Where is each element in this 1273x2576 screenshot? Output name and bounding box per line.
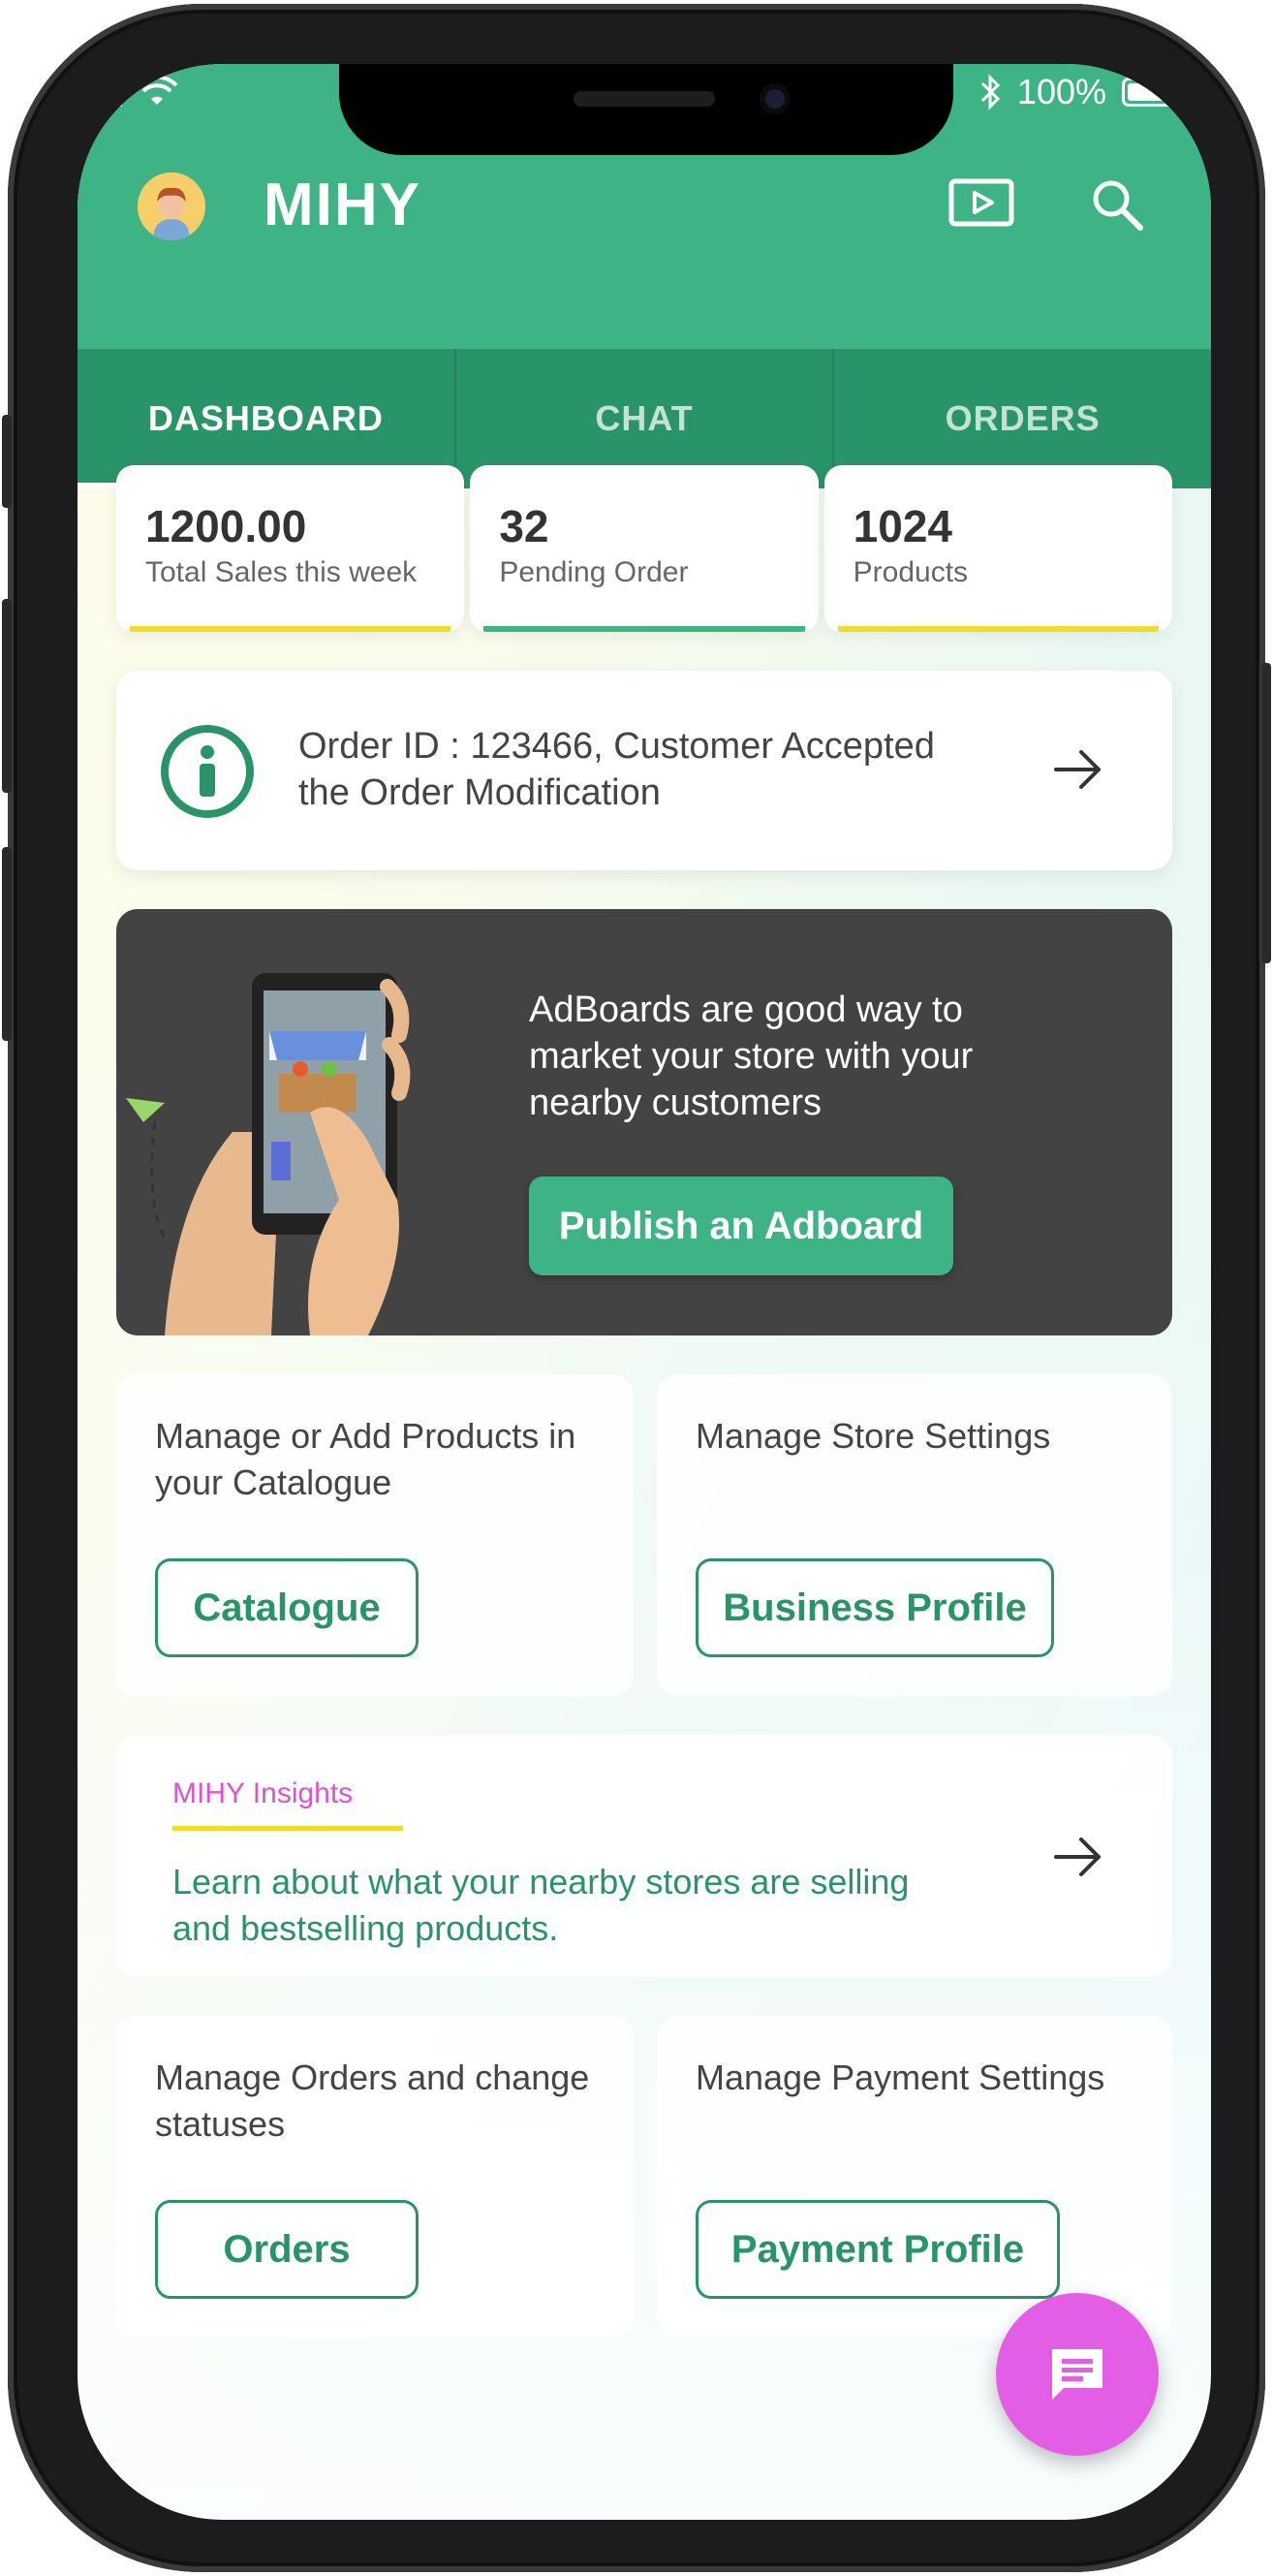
- paper-plane: [126, 1098, 165, 1122]
- publish-adboard-button[interactable]: Publish an Adboard: [529, 1177, 953, 1275]
- store-settings-card: Manage Store Settings Business Profile: [657, 1374, 1172, 1696]
- chat-fab-button[interactable]: [996, 2293, 1159, 2456]
- payment-settings-card: Manage Payment Settings Payment Profile: [657, 2016, 1172, 2338]
- notification-text: Order ID : 123466, Customer Accepted the…: [298, 726, 935, 813]
- stats-row: 1200.00 Total Sales this week 32 Pending…: [116, 465, 1172, 632]
- payment-profile-button[interactable]: Payment Profile: [696, 2200, 1060, 2299]
- store-settings-description: Manage Store Settings: [696, 1416, 1051, 1456]
- stat-label: Products: [853, 556, 969, 588]
- mute-switch: [2, 415, 12, 508]
- stat-accent-bar: [837, 626, 1159, 632]
- stat-label: Total Sales this week: [145, 556, 418, 588]
- battery-percentage: 100%: [1016, 72, 1106, 111]
- notification-card[interactable]: Order ID : 123466, Customer Accepted the…: [116, 671, 1172, 870]
- insights-tag: MIHY Insights: [172, 1777, 354, 1809]
- search-icon[interactable]: [1081, 171, 1153, 238]
- stat-card-sales[interactable]: 1200.00 Total Sales this week: [116, 465, 465, 632]
- screen: 100% MIHY DASHBOARD CHAT ORDERS 1200.00 …: [78, 64, 1211, 2520]
- avatar[interactable]: [138, 173, 205, 240]
- stat-accent-bar: [483, 626, 805, 632]
- adboard-banner: AdBoards are good way to market your sto…: [116, 909, 1172, 1335]
- arrow-right-icon[interactable]: [1048, 740, 1106, 799]
- person-info-icon: [161, 725, 254, 818]
- phone-frame: 100% MIHY DASHBOARD CHAT ORDERS 1200.00 …: [2, 4, 1271, 2572]
- power-button: [1261, 663, 1271, 963]
- arrow-right-icon[interactable]: [1048, 1828, 1106, 1886]
- stat-accent-bar: [130, 626, 451, 632]
- stat-card-pending[interactable]: 32 Pending Order: [470, 465, 819, 632]
- status-right: 100%: [978, 72, 1182, 112]
- volume-down-button: [2, 847, 12, 1041]
- stat-value: 1200.00: [145, 501, 307, 551]
- business-profile-button[interactable]: Business Profile: [696, 1558, 1054, 1657]
- insights-description: Learn about what your nearby stores are …: [172, 1862, 910, 1948]
- battery-icon: [1122, 78, 1182, 107]
- adboard-description: AdBoards are good way to market your sto…: [529, 990, 974, 1123]
- insights-underline: [172, 1826, 403, 1831]
- speaker: [574, 91, 715, 107]
- orders-card: Manage Orders and change statuses Orders: [116, 2016, 634, 2338]
- stat-value: 32: [499, 501, 549, 551]
- catalogue-card: Manage or Add Products in your Catalogue…: [116, 1374, 634, 1696]
- notch: [339, 64, 953, 155]
- front-camera: [760, 83, 791, 114]
- signal-wifi-indicator: [107, 74, 184, 120]
- chat-icon: [1052, 2349, 1102, 2400]
- orders-button[interactable]: Orders: [155, 2200, 419, 2299]
- avatar-illustration: [138, 173, 205, 240]
- bluetooth-icon: [980, 74, 1001, 110]
- catalogue-description: Manage or Add Products in your Catalogue: [155, 1416, 576, 1502]
- payment-settings-description: Manage Payment Settings: [696, 2058, 1105, 2097]
- wifi-icon: [107, 75, 178, 107]
- orders-description: Manage Orders and change statuses: [155, 2058, 590, 2144]
- insights-card[interactable]: MIHY Insights Learn about what your near…: [116, 1735, 1172, 1977]
- stat-label: Pending Order: [499, 556, 689, 588]
- stat-card-products[interactable]: 1024 Products: [823, 465, 1172, 632]
- volume-up-button: [2, 599, 12, 793]
- catalogue-button[interactable]: Catalogue: [155, 1558, 419, 1657]
- phone-shop-illustration: [126, 973, 411, 1335]
- stat-value: 1024: [853, 501, 952, 551]
- cast-icon[interactable]: [946, 171, 1017, 238]
- app-header: MIHY DASHBOARD CHAT ORDERS: [78, 126, 1211, 488]
- app-title: MIHY: [264, 172, 421, 238]
